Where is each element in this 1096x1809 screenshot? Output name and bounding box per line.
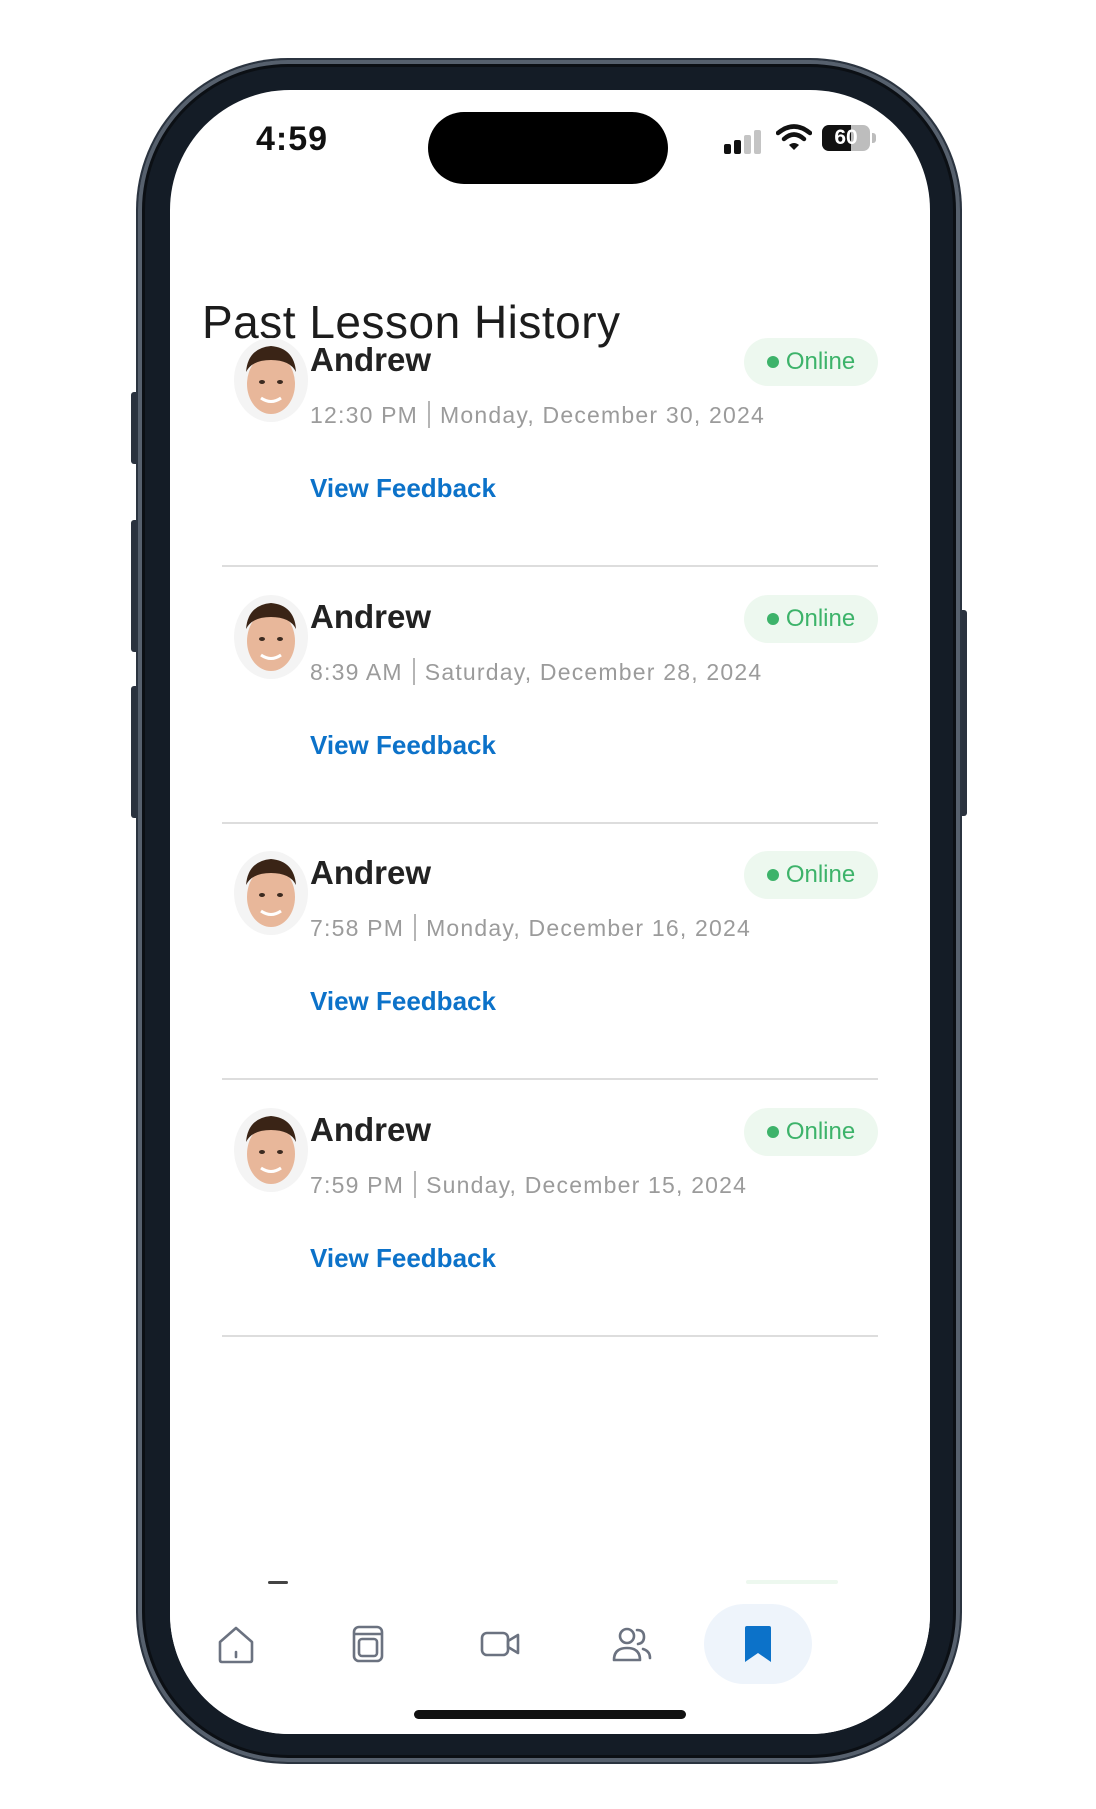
lesson-datetime: 8:39 AM Saturday, December 28, 2024 — [310, 658, 763, 687]
status-label: Online — [785, 1118, 856, 1145]
view-feedback-link[interactable]: View Feedback — [310, 730, 496, 761]
lesson-datetime: 7:58 PM Monday, December 16, 2024 — [310, 914, 751, 943]
divider — [222, 822, 878, 824]
lesson-time: 12:30 PM — [310, 402, 419, 428]
tutor-name: Andrew — [310, 341, 432, 378]
view-feedback-link[interactable]: View Feedback — [310, 1243, 496, 1274]
online-dot-icon — [766, 869, 779, 881]
bookmark-icon — [745, 1626, 771, 1662]
lesson-item: Andrew Online 8:39 AM Saturday, December … — [222, 595, 878, 891]
nav-bookmarks[interactable] — [704, 1604, 812, 1684]
nav-video[interactable] — [452, 1604, 548, 1684]
nav-tutors[interactable] — [584, 1604, 680, 1684]
lesson-datetime: 7:59 PM Sunday, December 15, 2024 — [310, 1171, 748, 1200]
tutor-avatar — [234, 595, 308, 679]
tutor-name: Andrew — [310, 854, 432, 891]
status-badge: Online — [744, 338, 878, 386]
lesson-date: Monday, December 30, 2024 — [440, 402, 765, 428]
online-dot-icon — [766, 356, 779, 368]
view-feedback-link[interactable]: View Feedback — [310, 986, 496, 1017]
lesson-time: 7:59 PM — [310, 1172, 405, 1198]
stage: 4:59 60 Past Lesson History Andrew Onlin… — [0, 0, 1096, 1809]
lesson-time: 8:39 AM — [310, 659, 403, 685]
tutor-avatar — [234, 851, 308, 935]
lesson-time: 7:58 PM — [310, 915, 405, 941]
status-label: Online — [785, 861, 856, 888]
separator — [414, 1171, 417, 1199]
online-dot-icon — [766, 613, 779, 625]
phone-screen: 4:59 60 Past Lesson History Andrew Onlin… — [170, 90, 930, 1734]
lesson-date: Sunday, December 15, 2024 — [426, 1172, 748, 1198]
online-dot-icon — [766, 1126, 779, 1138]
lesson-list: Andrew Online 12:30 PM Monday, December 3… — [170, 90, 930, 1630]
lesson-date: Monday, December 16, 2024 — [426, 915, 751, 941]
tutor-avatar — [234, 338, 308, 422]
status-badge: Online — [744, 851, 878, 899]
status-label: Online — [785, 348, 856, 375]
lesson-date: Saturday, December 28, 2024 — [424, 659, 763, 685]
status-badge: Online — [744, 1108, 878, 1156]
divider — [222, 1335, 878, 1337]
nav-lessons[interactable] — [320, 1604, 416, 1684]
divider — [222, 1078, 878, 1080]
separator — [428, 401, 431, 429]
divider — [222, 565, 878, 567]
home-indicator[interactable] — [414, 1710, 686, 1719]
lesson-item: Andrew Online 7:59 PM Sunday, December 15… — [222, 1108, 878, 1404]
home-icon — [218, 1626, 254, 1664]
status-label: Online — [785, 605, 856, 632]
video-icon — [480, 1631, 520, 1657]
lesson-item: Andrew Online 12:30 PM Monday, December 3… — [222, 338, 878, 634]
tutors-icon — [612, 1627, 652, 1662]
lessons-icon — [352, 1625, 384, 1663]
separator — [412, 658, 415, 686]
lesson-item: Andrew Online 7:58 PM Monday, December 16… — [222, 851, 878, 1147]
tutor-avatar — [234, 1108, 308, 1192]
separator — [414, 914, 417, 942]
view-feedback-link[interactable]: View Feedback — [310, 473, 496, 504]
tutor-name: Andrew — [310, 598, 432, 635]
status-badge: Online — [744, 595, 878, 643]
tutor-name: Andrew — [310, 1111, 432, 1148]
nav-home[interactable] — [188, 1604, 284, 1684]
lesson-datetime: 12:30 PM Monday, December 30, 2024 — [310, 401, 765, 430]
